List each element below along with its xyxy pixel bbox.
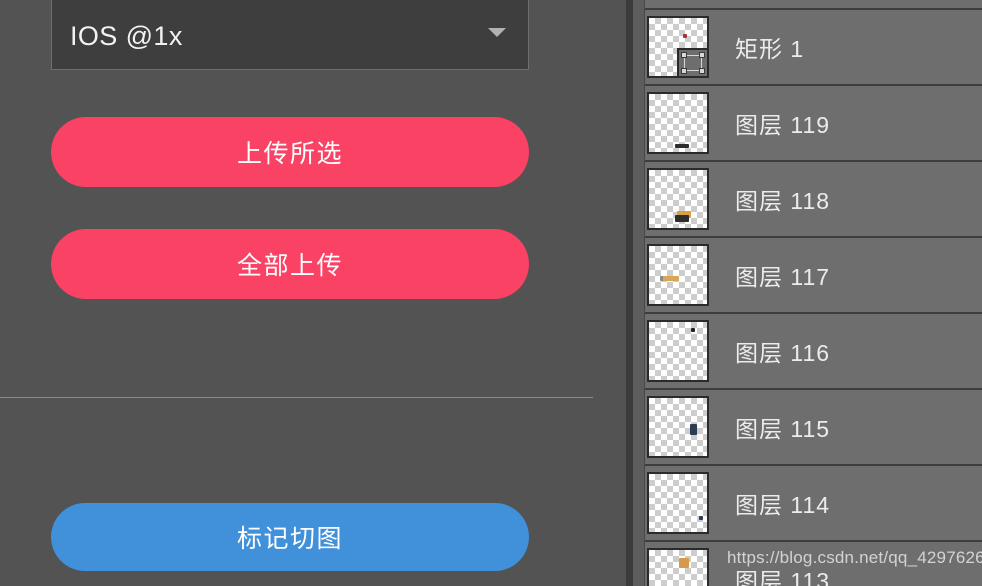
- thumbnail-content-mark: [683, 34, 687, 38]
- panel-divider[interactable]: [626, 0, 633, 586]
- thumbnail-content-mark: [699, 516, 703, 520]
- layer-thumbnail: [647, 548, 709, 586]
- layer-row[interactable]: 图层 118: [645, 162, 982, 238]
- layer-name: 图层 115: [735, 416, 831, 442]
- layer-row[interactable]: 图层 115: [645, 390, 982, 466]
- layer-row[interactable]: 图层 116: [645, 314, 982, 390]
- layers-panel-top-strip: [645, 0, 982, 10]
- layer-thumbnail: [647, 92, 709, 154]
- chevron-down-icon: [488, 28, 506, 37]
- mark-slice-button[interactable]: 标记切图: [51, 503, 529, 571]
- shape-anchor-point-icon: [699, 52, 705, 58]
- thumbnail-content-mark: [690, 424, 697, 435]
- layers-panel: 矩形 1 图层 119 图层 118 图层 117 图层 116 图层 115 图层 114…: [645, 0, 982, 586]
- layer-name: 图层 114: [735, 492, 831, 518]
- shape-anchor-point-icon: [681, 52, 687, 58]
- thumbnail-content-mark: [675, 215, 689, 222]
- app-window: IOS @1x 上传所选 全部上传 标记切图 矩形 1 图层 119 图层 118 图…: [0, 0, 982, 586]
- thumbnail-content-mark: [675, 144, 689, 148]
- layer-row[interactable]: 矩形 1: [645, 10, 982, 86]
- layer-list: 矩形 1 图层 119 图层 118 图层 117 图层 116 图层 115 图层 114…: [645, 10, 982, 586]
- layer-name: 图层 116: [735, 340, 831, 366]
- thumbnail-content-mark: [679, 558, 689, 568]
- layer-thumbnail: [647, 320, 709, 382]
- layer-thumbnail: [647, 244, 709, 306]
- thumbnail-content-mark: [663, 276, 679, 281]
- shape-anchor-point-icon: [681, 68, 687, 74]
- upload-selected-button[interactable]: 上传所选: [51, 117, 529, 187]
- layer-name: 图层 118: [735, 188, 831, 214]
- shape-anchor-point-icon: [699, 68, 705, 74]
- section-divider: [0, 397, 593, 398]
- scale-select[interactable]: IOS @1x: [51, 0, 529, 70]
- layer-row[interactable]: 图层 119: [645, 86, 982, 162]
- layer-visibility-column[interactable]: [633, 0, 645, 586]
- layer-name: 图层 113: [735, 568, 831, 586]
- layer-name: 矩形 1: [735, 36, 805, 62]
- layer-row[interactable]: 图层 114: [645, 466, 982, 542]
- export-panel: IOS @1x 上传所选 全部上传 标记切图: [0, 0, 626, 586]
- layer-name: 图层 117: [735, 264, 831, 290]
- layer-thumbnail: [647, 16, 709, 78]
- layer-thumbnail: [647, 396, 709, 458]
- layer-row[interactable]: 图层 117: [645, 238, 982, 314]
- thumbnail-content-mark: [691, 328, 695, 332]
- vector-shape-icon: [677, 48, 709, 78]
- layer-name: 图层 119: [735, 112, 831, 138]
- layer-row[interactable]: 图层 113: [645, 542, 982, 586]
- upload-all-button[interactable]: 全部上传: [51, 229, 529, 299]
- scale-select-value: IOS @1x: [70, 21, 183, 51]
- layer-thumbnail: [647, 168, 709, 230]
- layer-thumbnail: [647, 472, 709, 534]
